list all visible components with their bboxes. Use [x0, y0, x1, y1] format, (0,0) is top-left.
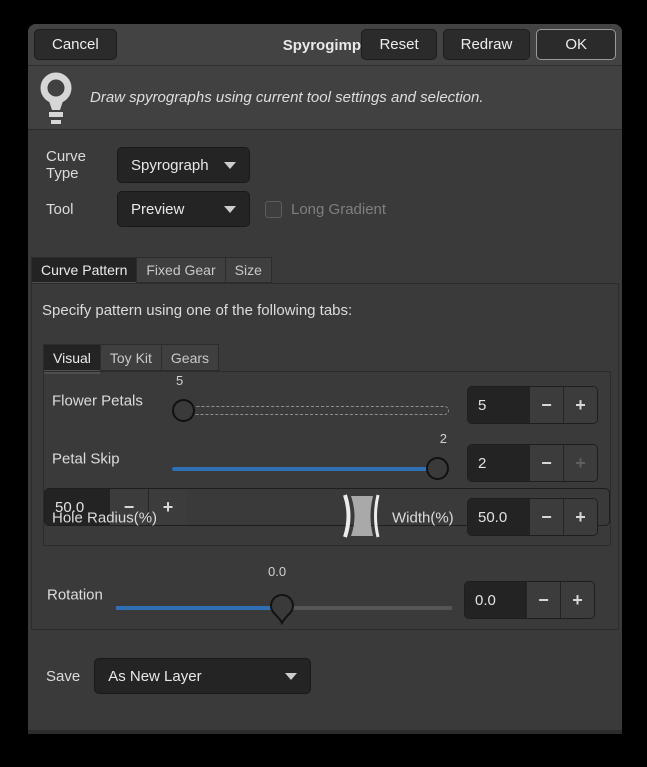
save-label: Save — [46, 668, 80, 685]
save-row: Save As New Layer — [46, 658, 311, 694]
width-minus-button[interactable]: − — [529, 499, 563, 535]
width-plus-button[interactable]: + — [563, 499, 597, 535]
rotation-minus-button[interactable]: − — [526, 582, 560, 618]
rotation-input[interactable]: 0.0 — [465, 582, 526, 618]
tab-toy-kit[interactable]: Toy Kit — [101, 344, 162, 371]
width-spinbox: 50.0 − + — [467, 498, 598, 536]
curve-type-row: Curve Type Spyrograph — [46, 147, 622, 183]
petal-skip-slider-value: 2 — [440, 431, 447, 446]
flower-petals-track[interactable] — [172, 406, 449, 415]
rotation-spinbox: 0.0 − + — [464, 581, 595, 619]
visual-page: Flower Petals 5 5 − + — [43, 371, 611, 546]
petal-skip-spinbox: 2 − + — [467, 444, 598, 482]
dialog-description: Draw spyrographs using current tool sett… — [90, 89, 484, 106]
rotation-slider-value: 0.0 — [268, 564, 286, 579]
rotation-handle[interactable] — [268, 593, 296, 625]
curve-pattern-page: Specify pattern using one of the followi… — [31, 283, 619, 630]
tab-gears[interactable]: Gears — [162, 344, 219, 371]
hole-radius-row: Hole Radius(%) 50.0 − + Width(%) — [44, 488, 610, 547]
petal-skip-track[interactable] — [172, 467, 449, 471]
hole-radius-label: Hole Radius(%) — [52, 509, 157, 526]
header-actions: Reset Redraw OK — [361, 29, 616, 60]
curve-type-label: Curve Type — [46, 148, 117, 182]
chevron-down-icon — [224, 206, 236, 213]
rotation-plus-button[interactable]: + — [560, 582, 594, 618]
lightbulb-icon — [38, 71, 74, 125]
curve-pattern-notebook: Curve Pattern Fixed Gear Size Specify pa… — [31, 257, 619, 630]
pattern-notebook: Visual Toy Kit Gears Flower Petals 5 — [43, 344, 611, 546]
petal-skip-input[interactable]: 2 — [468, 445, 529, 481]
notebook-tab-bar: Curve Pattern Fixed Gear Size — [31, 257, 619, 283]
long-gradient-checkbox — [265, 201, 282, 218]
save-value: As New Layer — [108, 668, 201, 685]
save-dropdown[interactable]: As New Layer — [94, 658, 311, 694]
tab-size[interactable]: Size — [226, 257, 272, 283]
rotation-slider[interactable]: 0.0 — [116, 564, 452, 626]
tool-label: Tool — [46, 201, 117, 218]
tool-row: Tool Preview Long Gradient — [46, 191, 622, 227]
chevron-down-icon — [224, 162, 236, 169]
tab-visual[interactable]: Visual — [43, 344, 101, 371]
flower-petals-slider-value: 5 — [176, 373, 183, 388]
info-bar: Draw spyrographs using current tool sett… — [28, 66, 622, 130]
flower-petals-row: Flower Petals 5 5 − + — [44, 372, 610, 430]
header-bar: Cancel Spyrogimp Reset Redraw OK — [28, 24, 622, 66]
dialog-title: Spyrogimp — [283, 24, 361, 66]
flower-petals-spinbox: 5 − + — [467, 386, 598, 424]
petal-skip-label: Petal Skip — [52, 451, 120, 468]
long-gradient-label: Long Gradient — [291, 201, 386, 218]
rotation-row: Rotation 0.0 0.0 − + — [32, 564, 618, 626]
chevron-down-icon — [285, 673, 297, 680]
petal-skip-minus-button[interactable]: − — [529, 445, 563, 481]
flower-petals-plus-button[interactable]: + — [563, 387, 597, 423]
rotation-label: Rotation — [47, 587, 103, 604]
rotation-track-fill[interactable] — [116, 606, 281, 610]
petal-skip-row: Petal Skip 2 2 − + — [44, 430, 610, 488]
tool-value: Preview — [131, 201, 184, 218]
width-label: Width(%) — [392, 509, 454, 526]
pattern-tab-bar: Visual Toy Kit Gears — [43, 344, 611, 371]
curve-type-dropdown[interactable]: Spyrograph — [117, 147, 250, 183]
flower-petals-handle[interactable] — [172, 399, 195, 422]
cancel-button[interactable]: Cancel — [34, 29, 117, 60]
flower-petals-input[interactable]: 5 — [468, 387, 529, 423]
tab-curve-pattern[interactable]: Curve Pattern — [31, 257, 137, 283]
flower-petals-minus-button[interactable]: − — [529, 387, 563, 423]
specify-pattern-text: Specify pattern using one of the followi… — [42, 302, 352, 319]
long-gradient-group: Long Gradient — [265, 201, 386, 218]
curved-band-icon — [337, 492, 389, 540]
ok-button[interactable]: OK — [536, 29, 616, 60]
rotation-track[interactable] — [281, 606, 452, 610]
petal-skip-handle[interactable] — [426, 457, 449, 480]
petal-skip-plus-button: + — [563, 445, 597, 481]
curve-type-value: Spyrograph — [131, 157, 209, 174]
flower-petals-label: Flower Petals — [52, 393, 143, 410]
redraw-button[interactable]: Redraw — [443, 29, 531, 60]
reset-button[interactable]: Reset — [361, 29, 436, 60]
spyrogimp-dialog: Cancel Spyrogimp Reset Redraw OK Draw sp… — [28, 24, 622, 734]
flower-petals-slider[interactable]: 5 — [172, 372, 449, 430]
width-input[interactable]: 50.0 — [468, 499, 529, 535]
tab-fixed-gear[interactable]: Fixed Gear — [137, 257, 225, 283]
tool-dropdown[interactable]: Preview — [117, 191, 250, 227]
petal-skip-slider[interactable]: 2 — [172, 430, 449, 488]
